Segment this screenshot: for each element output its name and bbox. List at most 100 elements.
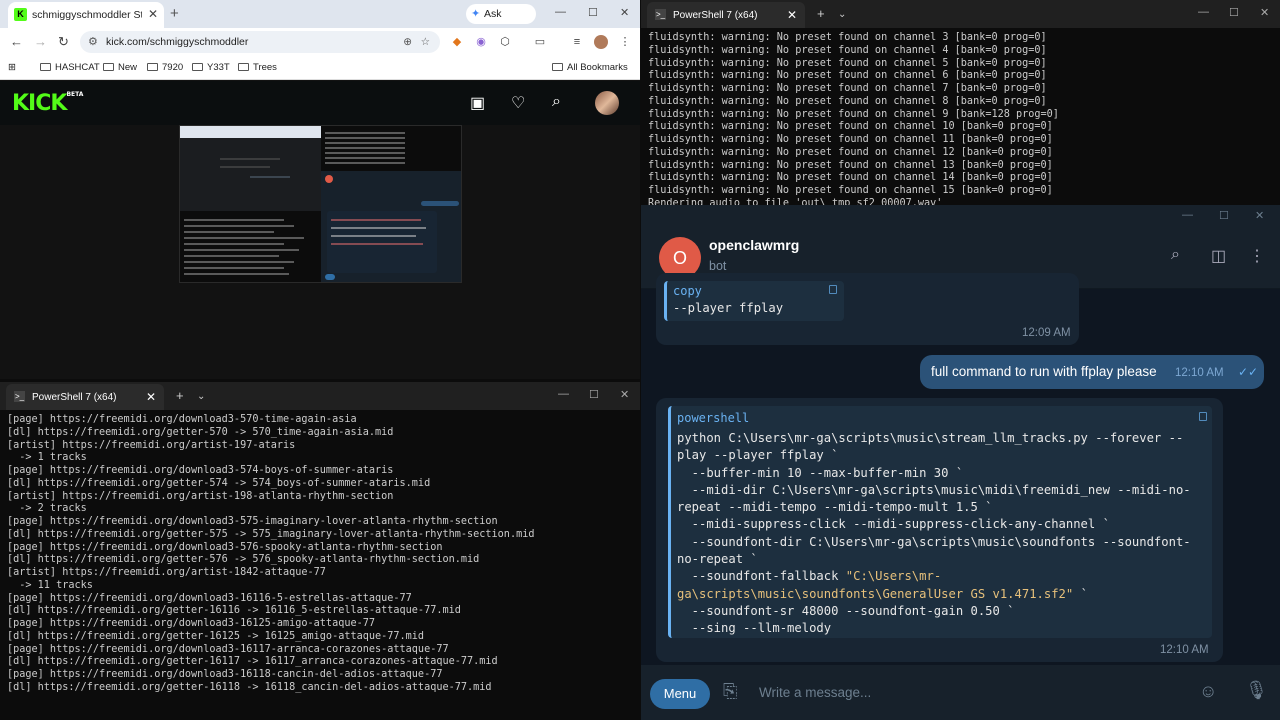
terminal-line: [page] https://freemidi.org/download3-57… — [7, 414, 357, 425]
maximize-icon[interactable]: ☐ — [589, 388, 599, 401]
emoji-icon[interactable]: ☺ — [1199, 681, 1217, 702]
browser-tabstrip: K schmiggyschmoddler Stream - ✕ + ✦Ask G… — [0, 0, 640, 40]
cast-icon[interactable]: ▭ — [533, 35, 547, 49]
code-line: play --player ffplay ` — [677, 448, 839, 463]
minimize-icon[interactable]: — — [1182, 209, 1193, 221]
close-icon[interactable]: ✕ — [148, 7, 158, 21]
chevron-down-icon[interactable]: ⌄ — [197, 391, 205, 402]
stream-thumb-terminal-2 — [180, 211, 321, 282]
code-text: --player ffplay — [673, 301, 784, 315]
browser-window: K schmiggyschmoddler Stream - ✕ + ✦Ask G… — [0, 0, 640, 379]
terminal-line: [artist] https://freemidi.org/artist-184… — [7, 567, 326, 578]
bookmark-folder-hashcat[interactable]: HASHCAT — [40, 62, 100, 73]
extension-icon[interactable]: ◉ — [474, 35, 488, 49]
profile-avatar[interactable] — [594, 35, 608, 49]
close-window-icon[interactable]: ✕ — [620, 6, 629, 19]
terminal-tab-title: PowerShell 7 (x64) — [673, 10, 758, 21]
maximize-icon[interactable]: ☐ — [1229, 6, 1239, 19]
terminal-output[interactable]: [page] https://freemidi.org/download3-57… — [7, 414, 534, 695]
copy-icon[interactable] — [1199, 412, 1207, 421]
search-icon[interactable]: ⌕ — [1171, 246, 1180, 264]
new-tab-button[interactable]: + — [817, 6, 825, 21]
media-control-icon[interactable]: ≡ — [570, 35, 584, 49]
terminal-line: fluidsynth: warning: No preset found on … — [648, 83, 1047, 94]
close-window-icon[interactable]: ✕ — [1260, 6, 1269, 19]
close-icon[interactable]: ✕ — [787, 8, 797, 22]
new-tab-button[interactable]: + — [176, 388, 184, 403]
ask-gemini-button[interactable]: ✦Ask Gemini — [466, 4, 536, 40]
terminal-tab[interactable]: >_ PowerShell 7 (x64) ✕ — [647, 2, 805, 28]
terminal-line: [dl] https://freemidi.org/getter-16117 -… — [7, 656, 498, 668]
incoming-message[interactable]: powershell python C:\Users\mr-ga\scripts… — [656, 398, 1223, 662]
browser-tab-title: schmiggyschmoddler Stream - — [32, 9, 142, 21]
sidebar-toggle-icon[interactable]: ◫ — [1211, 246, 1226, 266]
minimize-icon[interactable]: — — [555, 6, 566, 18]
all-bookmarks[interactable]: All Bookmarks — [552, 62, 628, 73]
minimize-icon[interactable]: — — [558, 388, 569, 400]
site-info-icon[interactable]: ⚙ — [88, 31, 98, 53]
bookmark-star-icon[interactable]: ☆ — [421, 31, 430, 53]
browser-toolbar: ← → ↻ ⚙ kick.com/schmiggyschmoddler ⊕ ☆ … — [0, 28, 640, 56]
terminal-line: fluidsynth: warning: No preset found on … — [648, 185, 1053, 196]
minimize-icon[interactable]: — — [1198, 6, 1209, 18]
copy-icon[interactable] — [829, 285, 837, 294]
powershell-window-left: >_ PowerShell 7 (x64) ✕ + ⌄ — ☐ ✕ [page]… — [0, 382, 640, 720]
gemini-icon: ✦ — [471, 8, 481, 20]
bookmark-folder-7920[interactable]: 7920 — [147, 62, 183, 73]
terminal-line: fluidsynth: warning: No preset found on … — [648, 57, 1047, 69]
terminal-line: [page] https://freemidi.org/download3-57… — [7, 465, 394, 476]
outgoing-message[interactable]: full command to run with ffplay please 1… — [920, 355, 1264, 389]
maximize-icon[interactable]: ☐ — [588, 6, 598, 19]
bot-menu-button[interactable]: Menu — [650, 679, 710, 709]
close-icon[interactable]: ✕ — [146, 390, 156, 404]
chat-name[interactable]: openclawmrg — [709, 237, 799, 253]
bookmark-folder-new[interactable]: New — [103, 62, 137, 73]
maximize-icon[interactable]: ☐ — [1219, 209, 1229, 222]
logo-text: KICK — [12, 91, 67, 116]
terminal-line: [dl] https://freemidi.org/getter-574 -> … — [7, 477, 431, 489]
powershell-window-right: >_ PowerShell 7 (x64) ✕ + ⌄ — ☐ ✕ fluids… — [641, 0, 1280, 208]
close-window-icon[interactable]: ✕ — [1255, 209, 1264, 222]
chevron-down-icon[interactable]: ⌄ — [838, 9, 846, 20]
code-language-label: powershell — [677, 411, 750, 425]
bookmark-folder-trees[interactable]: Trees — [238, 62, 277, 73]
address-bar[interactable]: ⚙ kick.com/schmiggyschmoddler ⊕ ☆ — [80, 31, 440, 53]
attach-icon[interactable]: ⎘ — [723, 681, 737, 702]
heart-icon[interactable]: ♡ — [511, 93, 525, 113]
metamask-extension-icon[interactable]: ◆ — [450, 35, 464, 49]
back-icon[interactable]: ← — [10, 34, 23, 49]
code-block[interactable]: copy --player ffplay — [664, 281, 844, 321]
stream-video-player[interactable] — [179, 125, 462, 283]
user-avatar[interactable] — [595, 91, 619, 115]
terminal-line: -> 1 tracks — [7, 452, 87, 464]
forward-icon[interactable]: → — [34, 34, 47, 49]
telegram-titlebar: — ☐ ✕ — [641, 205, 1280, 227]
menu-kebab-icon[interactable]: ⋮ — [618, 35, 632, 49]
powershell-icon: >_ — [655, 9, 666, 20]
code-block[interactable]: powershell python C:\Users\mr-ga\scripts… — [668, 406, 1212, 638]
message-time: 12:10 AM — [1175, 367, 1224, 379]
browse-icon[interactable]: ▣ — [470, 93, 485, 113]
message-input[interactable]: Write a message... — [759, 685, 871, 700]
bookmark-label: Trees — [253, 62, 277, 73]
read-checkmarks-icon: ✓✓ — [1238, 365, 1259, 379]
reload-icon[interactable]: ↻ — [58, 34, 69, 50]
apps-grid-icon[interactable]: ⊞ — [8, 62, 16, 73]
extensions-puzzle-icon[interactable]: ⬡ — [498, 35, 512, 49]
new-tab-button[interactable]: + — [170, 5, 179, 22]
terminal-line: [page] https://freemidi.org/download3-16… — [7, 669, 443, 680]
terminal-line: -> 11 tracks — [7, 579, 93, 591]
terminal-line: [dl] https://freemidi.org/getter-576 -> … — [7, 554, 480, 566]
search-icon[interactable]: ⌕ — [552, 93, 561, 111]
terminal-output[interactable]: fluidsynth: warning: No preset found on … — [648, 32, 1059, 208]
zoom-icon[interactable]: ⊕ — [403, 31, 412, 53]
kick-logo[interactable]: KICKBETA — [12, 91, 83, 116]
microphone-icon[interactable]: 🎙 — [1245, 680, 1268, 701]
incoming-message[interactable]: copy --player ffplay 12:09 AM — [656, 273, 1079, 345]
close-window-icon[interactable]: ✕ — [620, 388, 629, 401]
browser-tab[interactable]: K schmiggyschmoddler Stream - ✕ — [8, 2, 164, 28]
more-options-icon[interactable]: ⋮ — [1249, 246, 1265, 266]
bookmark-folder-y33t[interactable]: Y33T — [192, 62, 230, 73]
code-line: --soundfont-fallback "C:\Users\mr- — [677, 569, 942, 584]
terminal-tab[interactable]: >_ PowerShell 7 (x64) ✕ — [6, 384, 164, 410]
